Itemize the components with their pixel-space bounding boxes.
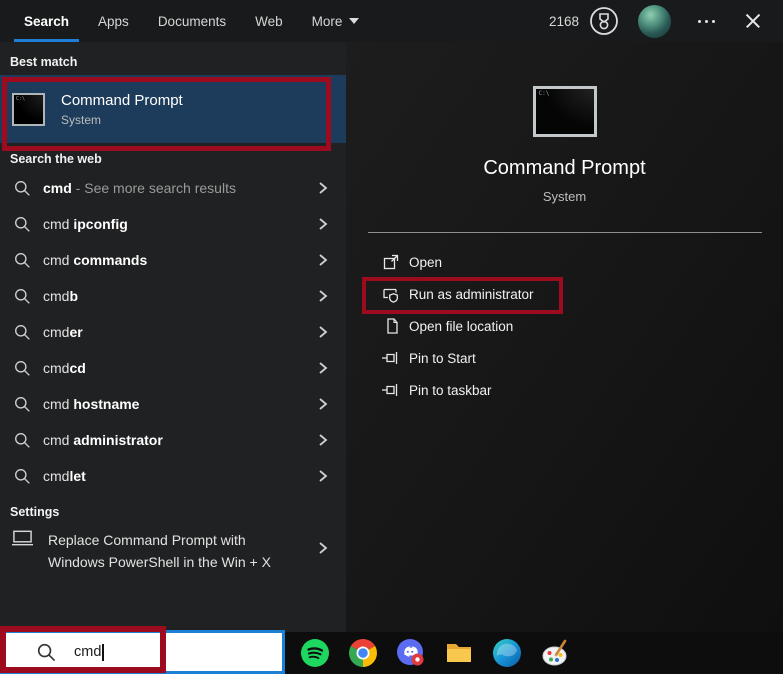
search-icon (37, 643, 56, 661)
chevron-right-icon (319, 362, 328, 374)
chevron-down-icon (349, 18, 360, 24)
tab-web[interactable]: Web (245, 0, 293, 42)
search-web-label: Search the web (10, 152, 102, 166)
admin-shield-icon (381, 285, 400, 304)
search-icon (15, 360, 30, 376)
spotify-icon[interactable] (300, 638, 330, 668)
search-icon (15, 180, 30, 196)
settings-label: Settings (10, 505, 60, 519)
web-suggestion-row[interactable]: cmdcd (0, 350, 346, 386)
preview-panel: C:\ Command Prompt System Open Run as ad… (346, 42, 783, 632)
chevron-right-icon (319, 290, 328, 302)
action-open[interactable]: Open (381, 246, 783, 278)
tab-search[interactable]: Search (14, 0, 80, 42)
command-prompt-icon-large: C:\ (532, 86, 597, 137)
results-panel: Best match C:\ Command Prompt System Sea… (0, 42, 346, 632)
monitor-icon (12, 530, 33, 546)
web-suggestion-row[interactable]: cmdb (0, 278, 346, 314)
chevron-right-icon (319, 542, 328, 554)
search-icon (15, 396, 30, 412)
discord-icon[interactable] (396, 638, 426, 668)
web-suggestion-row[interactable]: cmd ipconfig (0, 206, 346, 242)
chevron-right-icon (319, 398, 328, 410)
best-match-title: Command Prompt (61, 91, 183, 109)
file-explorer-icon[interactable] (444, 638, 474, 668)
search-icon (15, 468, 30, 484)
tab-more[interactable]: More (302, 0, 370, 42)
divider (367, 232, 762, 233)
edge-icon[interactable] (492, 638, 522, 668)
topbar-right-cluster: 2168 (548, 4, 783, 38)
filter-tabs: Search Apps Documents Web More (0, 0, 378, 42)
close-icon[interactable] (745, 13, 761, 29)
pin-icon (381, 382, 400, 398)
preview-subtitle: System (542, 189, 587, 204)
search-icon (15, 288, 30, 304)
chevron-right-icon (319, 326, 328, 338)
tab-documents[interactable]: Documents (148, 0, 236, 42)
search-icon (15, 324, 30, 340)
tab-apps[interactable]: Apps (88, 0, 139, 42)
web-suggestion-row[interactable]: cmd hostname (0, 386, 346, 422)
rewards-points: 2168 (548, 13, 579, 29)
search-query-text: cmd (74, 644, 102, 660)
action-pin-to-start[interactable]: Pin to Start (381, 342, 783, 374)
chevron-right-icon (319, 434, 328, 446)
search-filter-bar: Search Apps Documents Web More 2168 (0, 0, 783, 42)
action-pin-to-taskbar[interactable]: Pin to taskbar (381, 374, 783, 406)
chrome-icon[interactable] (348, 638, 378, 668)
file-location-icon (381, 317, 400, 335)
windows-search-flyout: Search Apps Documents Web More 2168 Best… (0, 0, 783, 674)
web-suggestion-row[interactable]: cmder (0, 314, 346, 350)
search-icon (15, 252, 30, 268)
action-open-file-location[interactable]: Open file location (381, 310, 783, 342)
user-avatar[interactable] (638, 4, 671, 38)
web-suggestion-row[interactable]: cmd commands (0, 242, 346, 278)
command-prompt-icon: C:\ (12, 92, 45, 126)
chevron-right-icon (319, 218, 328, 230)
rewards-medal-icon[interactable] (589, 6, 619, 36)
pin-icon (381, 350, 400, 366)
chevron-right-icon (319, 470, 328, 482)
web-suggestion-row[interactable]: cmdlet (0, 458, 346, 494)
action-list: Open Run as administrator Open file loca… (346, 246, 783, 406)
search-input[interactable]: cmd (0, 630, 285, 674)
chevron-right-icon (319, 254, 328, 266)
best-match-subtitle: System (61, 112, 102, 127)
open-window-icon (381, 253, 400, 271)
paint3d-icon[interactable] (540, 638, 570, 668)
taskbar-icons (300, 632, 570, 674)
search-icon (15, 216, 30, 232)
preview-title: Command Prompt (483, 157, 646, 179)
best-match-result[interactable]: C:\ Command Prompt System (0, 75, 346, 143)
text-cursor (102, 643, 104, 661)
action-run-as-administrator[interactable]: Run as administrator (381, 278, 783, 310)
chevron-right-icon (319, 182, 328, 194)
search-icon (15, 432, 30, 448)
settings-result-row[interactable]: Replace Command Prompt with Windows Powe… (0, 526, 346, 573)
search-results-area: Best match C:\ Command Prompt System Sea… (0, 42, 783, 632)
more-options-icon[interactable] (698, 19, 715, 23)
web-suggestion-row[interactable]: cmd administrator (0, 422, 346, 458)
best-match-label: Best match (10, 55, 78, 69)
web-suggestion-row[interactable]: cmd - See more search results (0, 170, 346, 206)
